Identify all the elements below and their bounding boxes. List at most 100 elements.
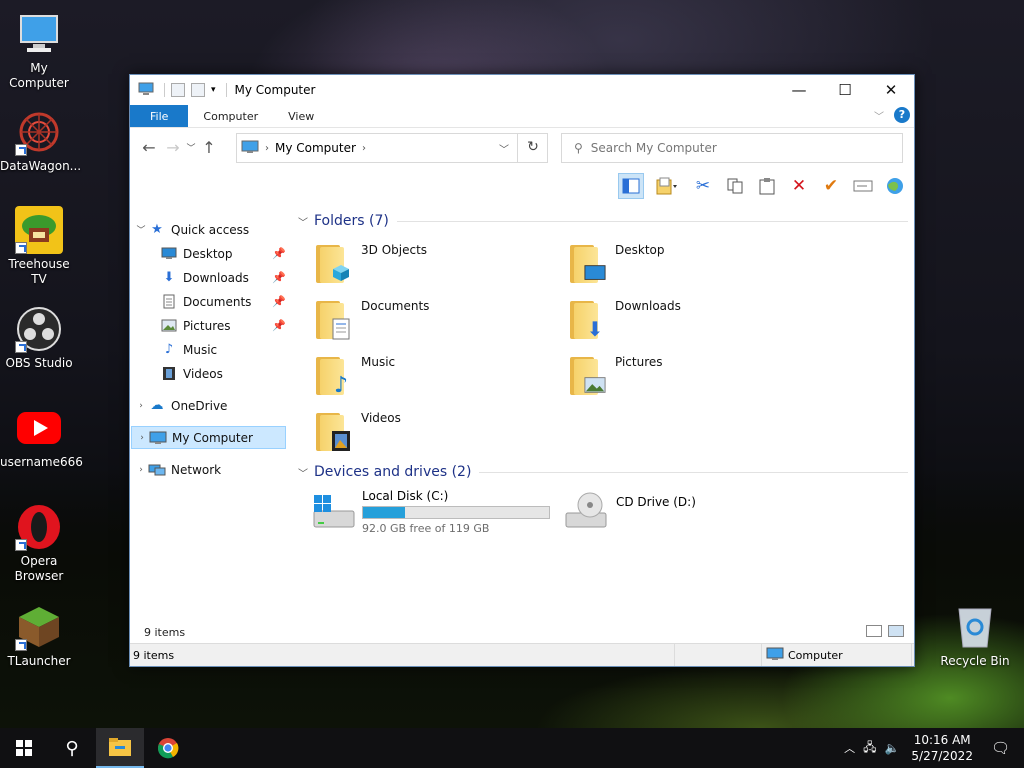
title-bar[interactable]: ▾ My Computer — ☐ ✕ xyxy=(130,75,914,105)
search-input[interactable]: Search My Computer xyxy=(591,141,717,155)
cut-icon[interactable]: ✂ xyxy=(690,173,716,199)
properties-icon[interactable] xyxy=(650,173,684,199)
maximize-button[interactable]: ☐ xyxy=(822,75,868,105)
folder-desktop[interactable]: Desktop xyxy=(568,241,665,285)
nav-my-computer[interactable]: › My Computer xyxy=(131,426,286,449)
view-switcher xyxy=(866,625,904,637)
collapse-chevron-icon[interactable]: ﹀ xyxy=(298,214,308,229)
pin-icon[interactable]: 📌 xyxy=(272,247,286,260)
desktop-icon-tlauncher[interactable]: TLauncher xyxy=(0,603,78,669)
folder-documents[interactable]: Documents xyxy=(314,297,429,341)
minimize-button[interactable]: — xyxy=(776,75,822,105)
desktop-icon-username666[interactable]: username666 xyxy=(0,404,83,470)
globe-icon[interactable] xyxy=(882,173,908,199)
folder-videos[interactable]: Videos xyxy=(314,409,401,453)
desktop-icon-recycle-bin[interactable]: Recycle Bin xyxy=(936,603,1014,669)
drive-local-disk-c[interactable]: Local Disk (C:) 92.0 GB free of 119 GB xyxy=(310,489,550,535)
expand-chevron-icon[interactable]: › xyxy=(135,433,149,443)
address-dropdown-icon[interactable]: ﹀ xyxy=(499,141,509,156)
group-header-folders[interactable]: ﹀ Folders (7) xyxy=(298,213,908,229)
breadcrumb-chevron-icon[interactable]: › xyxy=(265,143,269,154)
clock[interactable]: 10:16 AM 5/27/2022 xyxy=(903,732,981,764)
properties-icon[interactable] xyxy=(171,83,185,97)
folder-pictures[interactable]: Pictures xyxy=(568,353,663,397)
breadcrumb-my-computer[interactable]: My Computer xyxy=(275,141,356,155)
tab-view[interactable]: View xyxy=(273,105,329,127)
expand-chevron-icon[interactable]: › xyxy=(134,465,148,475)
drive-cd-d[interactable]: CD Drive (D:) xyxy=(564,489,696,533)
content-pane: ﹀ Folders (7) 3D Objects Desktop Documen… xyxy=(294,207,914,607)
nav-item-downloads[interactable]: ⬇ Downloads 📌 xyxy=(160,266,286,289)
pin-icon[interactable]: 📌 xyxy=(272,271,286,284)
star-icon: ★ xyxy=(151,222,163,237)
copy-icon[interactable] xyxy=(722,173,748,199)
expand-ribbon-icon[interactable]: ﹀ xyxy=(874,108,884,123)
folder-downloads[interactable]: ⬇ Downloads xyxy=(568,297,681,341)
paste-icon[interactable] xyxy=(754,173,780,199)
folder-music[interactable]: ♪ Music xyxy=(314,353,395,398)
tab-file[interactable]: File xyxy=(130,105,189,127)
collapse-chevron-icon[interactable]: ﹀ xyxy=(134,223,148,236)
window-title: My Computer xyxy=(234,83,316,97)
preview-pane-icon[interactable] xyxy=(618,173,644,199)
forward-arrow-icon[interactable]: → xyxy=(161,138,185,157)
address-bar[interactable]: › My Computer › ﹀ xyxy=(236,133,548,163)
desktop-icon-opera-browser[interactable]: Opera Browser xyxy=(0,503,78,584)
close-button[interactable]: ✕ xyxy=(868,75,914,105)
network-icon[interactable]: 🖧 xyxy=(859,738,880,759)
nav-onedrive[interactable]: › ☁ OneDrive xyxy=(134,394,284,417)
search-button[interactable]: ⚲ xyxy=(48,728,96,768)
expand-chevron-icon[interactable]: › xyxy=(134,401,148,411)
nav-item-pictures[interactable]: Pictures 📌 xyxy=(160,314,286,337)
new-folder-icon[interactable] xyxy=(191,83,205,97)
show-hidden-icons-icon[interactable]: ︿ xyxy=(840,740,859,756)
taskbar-chrome[interactable] xyxy=(144,728,192,768)
folder-icon xyxy=(109,738,131,756)
computer-icon xyxy=(15,10,63,58)
delete-icon[interactable]: ✕ xyxy=(786,173,812,199)
refresh-button[interactable]: ↻ xyxy=(517,133,548,163)
group-header-devices[interactable]: ﹀ Devices and drives (2) xyxy=(298,464,908,480)
divider xyxy=(479,471,908,473)
desktop-icon-obs-studio[interactable]: OBS Studio xyxy=(0,305,78,371)
shortcut-arrow-icon xyxy=(15,539,27,551)
tab-computer[interactable]: Computer xyxy=(188,105,273,127)
status-spacer xyxy=(675,644,762,666)
volume-icon[interactable]: 🔈 xyxy=(880,741,903,755)
up-arrow-icon[interactable]: ↑ xyxy=(197,138,221,157)
navigation-pane: ﹀ ★ Quick access Desktop 📌 ⬇ Downloads 📌… xyxy=(130,215,290,607)
shortcut-arrow-icon xyxy=(15,144,27,156)
desktop-icon-treehouse-tv[interactable]: Treehouse TV xyxy=(0,206,78,287)
customize-quick-access-icon[interactable]: ▾ xyxy=(211,85,216,95)
nav-network[interactable]: › Network xyxy=(134,458,284,481)
status-item-count: 9 items xyxy=(130,644,675,666)
nav-quick-access[interactable]: ﹀ ★ Quick access xyxy=(134,218,284,241)
taskbar-file-explorer[interactable] xyxy=(96,728,144,768)
search-box[interactable]: ⚲ Search My Computer xyxy=(561,133,903,163)
collapse-chevron-icon[interactable]: ﹀ xyxy=(298,465,308,480)
nav-item-music[interactable]: ♪ Music xyxy=(160,338,286,361)
back-arrow-icon[interactable]: ← xyxy=(137,138,161,157)
pin-icon[interactable]: 📌 xyxy=(272,295,286,308)
explorer-window: ▾ My Computer — ☐ ✕ File Computer View ﹀… xyxy=(129,74,915,667)
divider xyxy=(164,83,165,97)
rename-icon[interactable] xyxy=(850,173,876,199)
desktop-icon-my-computer[interactable]: My Computer xyxy=(0,10,78,91)
notifications-icon[interactable]: 🗨 xyxy=(981,739,1024,757)
pin-icon[interactable]: 📌 xyxy=(272,319,286,332)
nav-item-videos[interactable]: Videos xyxy=(160,362,286,385)
breadcrumb-chevron-icon[interactable]: › xyxy=(362,143,366,154)
large-icons-view-icon[interactable] xyxy=(888,625,904,637)
checkmark-icon[interactable]: ✔ xyxy=(818,173,844,199)
music-icon: ♪ xyxy=(314,353,354,398)
recent-locations-icon[interactable]: ﹀ xyxy=(185,141,197,154)
details-view-icon[interactable] xyxy=(866,625,882,637)
help-icon[interactable]: ? xyxy=(894,107,910,123)
start-button[interactable] xyxy=(0,728,48,768)
nav-item-desktop[interactable]: Desktop 📌 xyxy=(160,242,286,265)
cloud-icon: ☁ xyxy=(150,398,164,413)
item-count: 9 items xyxy=(144,626,186,639)
folder-3d-objects[interactable]: 3D Objects xyxy=(314,241,427,285)
nav-item-documents[interactable]: Documents 📌 xyxy=(160,290,286,313)
desktop-icon-datawagon[interactable]: DataWagon... xyxy=(0,108,81,174)
